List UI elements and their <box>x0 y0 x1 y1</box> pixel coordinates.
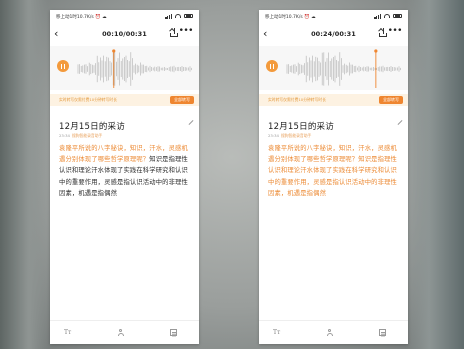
share-icon[interactable] <box>170 28 178 37</box>
note-title: 12月15日的采访 <box>59 122 125 132</box>
more-icon[interactable]: ••• <box>179 27 194 36</box>
transcript-highlight: 袁隆平所说的八字秘诀，知识，汗水，灵感机遇分别体现了哪些哲学原理呢？知识是指理性… <box>268 145 397 197</box>
status-bar: 移上动1时10.7K/s ⏰ ☁ <box>259 10 408 24</box>
transcribe-banner: 实时转写仅需付费10分钟转写时长 全部转写 <box>259 94 408 106</box>
wifi-icon <box>175 14 181 18</box>
status-right-icons <box>374 13 402 19</box>
status-bar: 移上动1时10.7K/s ⏰ ☁ <box>50 10 199 24</box>
playhead-handle <box>374 49 378 53</box>
note-source: 搜狗智能录音助手 <box>71 133 103 138</box>
speaker-icon[interactable] <box>117 329 124 336</box>
playhead-handle <box>112 49 116 53</box>
status-left-text: 移上动1时10.7K/s ⏰ ☁ <box>265 15 316 20</box>
bottom-toolbar: Tт <box>50 320 199 344</box>
status-left-text: 移上动1时10.7K/s ⏰ ☁ <box>56 15 107 20</box>
note-meta: 23:34 搜狗智能录音助手 <box>59 133 102 139</box>
transcribe-all-button[interactable]: 全部转写 <box>170 96 194 104</box>
waveform-area[interactable] <box>259 46 408 90</box>
signal-icon <box>374 13 381 19</box>
waveform[interactable] <box>285 48 403 88</box>
share-icon[interactable] <box>379 28 387 37</box>
transcribe-banner: 实时转写仅需付费10分钟转写时长 全部转写 <box>50 94 199 106</box>
battery-icon <box>393 13 402 19</box>
transcript-paragraph: 袁隆平所说的八字秘诀，知识，汗水，灵感机遇分别体现了哪些哲学原理呢？知识是指理性… <box>59 143 189 199</box>
list-icon[interactable] <box>379 329 386 336</box>
list-icon[interactable] <box>170 329 177 336</box>
bottom-toolbar: Tт <box>259 320 408 344</box>
note-time: 23:34 <box>268 133 279 138</box>
note-time: 23:34 <box>59 133 70 138</box>
player-header: ‹ 00:10/00:31 ••• <box>50 27 199 41</box>
status-right-icons <box>165 13 193 19</box>
banner-text: 实时转写仅需付费10分钟转写时长 <box>268 97 326 102</box>
more-icon[interactable]: ••• <box>388 27 403 36</box>
transcribe-all-button[interactable]: 全部转写 <box>379 96 403 104</box>
pause-icon[interactable] <box>266 60 278 72</box>
text-format-icon[interactable]: Tт <box>273 329 280 336</box>
note-title: 12月15日的采访 <box>268 122 334 132</box>
edit-icon[interactable] <box>188 120 194 125</box>
edit-icon[interactable] <box>397 120 403 125</box>
transcript-paragraph: 袁隆平所说的八字秘诀，知识，汗水，灵感机遇分别体现了哪些哲学原理呢？知识是指理性… <box>268 143 398 199</box>
banner-text: 实时转写仅需付费10分钟转写时长 <box>59 97 117 102</box>
phone-screen-left: 移上动1时10.7K/s ⏰ ☁ ‹ 00:10/00:31 ••• 实时转写仅… <box>50 10 199 344</box>
waveform[interactable] <box>76 48 194 88</box>
background-blur-left <box>0 0 48 349</box>
pause-icon[interactable] <box>57 60 69 72</box>
note-meta: 23:34 搜狗智能录音助手 <box>268 133 311 139</box>
text-format-icon[interactable]: Tт <box>64 329 71 336</box>
speaker-icon[interactable] <box>326 329 333 336</box>
battery-icon <box>184 13 193 19</box>
note-source: 搜狗智能录音助手 <box>280 133 312 138</box>
player-header: ‹ 00:24/00:31 ••• <box>259 27 408 41</box>
background-blur-right <box>406 0 464 349</box>
waveform-area[interactable] <box>50 46 199 90</box>
wifi-icon <box>384 14 390 18</box>
signal-icon <box>165 13 172 19</box>
phone-screen-right: 移上动1时10.7K/s ⏰ ☁ ‹ 00:24/00:31 ••• 实时转写仅… <box>259 10 408 344</box>
